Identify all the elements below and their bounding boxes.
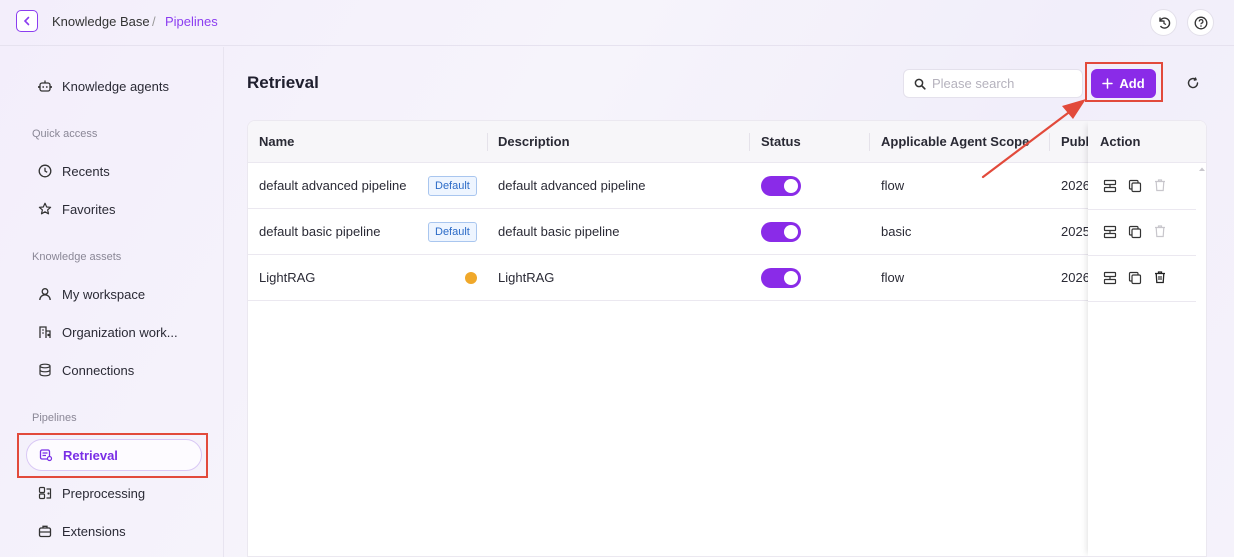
row-description: default advanced pipeline — [498, 178, 646, 193]
row-divider — [1088, 255, 1196, 256]
vertical-scrollbar[interactable] — [1196, 163, 1207, 556]
row-published: 2026 — [1061, 178, 1090, 193]
refresh-icon — [1187, 77, 1199, 89]
section-title-knowledge-assets: Knowledge assets — [32, 251, 122, 263]
sidebar-item-label: Knowledge agents — [62, 78, 169, 94]
sidebar-item-label: Extensions — [62, 523, 126, 539]
add-button-label: Add — [1119, 76, 1145, 91]
row-name: LightRAG — [259, 270, 316, 285]
row-description: LightRAG — [498, 270, 555, 285]
chevron-left-icon — [23, 16, 30, 26]
action-header: Action — [1088, 121, 1206, 163]
section-title-pipelines: Pipelines — [32, 412, 77, 424]
sidebar-item-my-workspace[interactable]: My workspace — [26, 278, 202, 310]
copy-icon[interactable] — [1128, 271, 1142, 285]
row-name: default advanced pipeline — [259, 178, 407, 193]
warning-icon[interactable] — [465, 272, 477, 284]
star-icon — [37, 201, 53, 217]
column-divider — [487, 133, 488, 151]
copy-icon[interactable] — [1128, 225, 1142, 239]
configure-icon[interactable] — [1103, 271, 1117, 285]
trash-icon — [1155, 179, 1165, 192]
table-header: Name Description Status Applicable Agent… — [248, 121, 1206, 163]
sidebar-item-preprocessing[interactable]: Preprocessing — [26, 477, 202, 509]
row-scope: basic — [881, 224, 912, 239]
sidebar-item-connections[interactable]: Connections — [26, 354, 202, 386]
sidebar-item-label: My workspace — [62, 286, 146, 302]
column-divider — [1049, 133, 1050, 151]
scroll-up-icon[interactable] — [1196, 165, 1207, 173]
configure-icon[interactable] — [1103, 179, 1117, 193]
add-button[interactable]: Add — [1091, 69, 1156, 98]
building-icon — [37, 324, 53, 340]
search-icon — [914, 78, 926, 90]
sidebar-item-label: Connections — [62, 362, 135, 378]
column-header-status: Status — [761, 134, 801, 149]
plus-icon — [1102, 78, 1114, 89]
column-divider — [869, 133, 870, 151]
column-header-name: Name — [259, 134, 295, 149]
top-bar: Knowledge Base / Pipelines — [0, 0, 1234, 46]
search-input[interactable] — [932, 76, 1072, 91]
configure-icon[interactable] — [1103, 225, 1117, 239]
preprocessing-icon — [37, 485, 53, 501]
status-toggle[interactable] — [761, 222, 801, 242]
help-button[interactable] — [1187, 9, 1214, 36]
back-button[interactable] — [16, 10, 38, 32]
row-published: 2026 — [1061, 270, 1090, 285]
clock-icon — [37, 163, 53, 179]
page-title: Retrieval — [247, 73, 319, 92]
sidebar-item-label: Retrieval — [63, 447, 118, 463]
sidebar-item-label: Preprocessing — [62, 485, 146, 501]
sidebar-item-retrieval[interactable]: Retrieval — [26, 439, 202, 471]
undo-history-icon — [1158, 16, 1170, 29]
row-description: default basic pipeline — [498, 224, 620, 239]
status-toggle[interactable] — [761, 176, 801, 196]
sidebar-item-recents[interactable]: Recents — [26, 155, 202, 187]
sidebar-item-knowledge-agents[interactable]: Knowledge agents — [26, 70, 202, 102]
robot-icon — [37, 78, 53, 94]
trash-icon — [1155, 225, 1165, 238]
column-header-action: Action — [1100, 134, 1141, 149]
table-row[interactable]: default basic pipeline Default default b… — [248, 209, 1196, 255]
sidebar-item-label: Organization work... — [62, 324, 178, 340]
row-divider — [1088, 301, 1196, 302]
sidebar-item-favorites[interactable]: Favorites — [26, 193, 202, 225]
sidebar-item-organization-workspace[interactable]: Organization work... — [26, 316, 202, 348]
help-icon — [1194, 16, 1207, 29]
user-icon — [37, 286, 53, 302]
history-button[interactable] — [1150, 9, 1177, 36]
retrieval-icon — [38, 447, 54, 463]
column-divider — [749, 133, 750, 151]
table-row[interactable]: LightRAG LightRAG flow 2026 — [248, 255, 1196, 301]
default-badge: Default — [428, 222, 477, 242]
action-column: Action — [1088, 121, 1207, 556]
breadcrumb-current: Pipelines — [165, 14, 218, 29]
refresh-button[interactable] — [1185, 75, 1201, 91]
column-header-description: Description — [498, 134, 570, 149]
row-divider — [1088, 209, 1196, 210]
table-row[interactable]: default advanced pipeline Default defaul… — [248, 163, 1196, 209]
row-name: default basic pipeline — [259, 224, 381, 239]
row-published: 2025 — [1061, 224, 1090, 239]
search-box — [903, 69, 1083, 98]
sidebar-item-label: Favorites — [62, 201, 116, 217]
sidebar-item-extensions[interactable]: Extensions — [26, 515, 202, 547]
sidebar-item-label: Recents — [62, 163, 110, 179]
briefcase-icon — [37, 523, 53, 539]
pipelines-table: Name Description Status Applicable Agent… — [247, 120, 1207, 557]
row-scope: flow — [881, 270, 905, 285]
column-header-scope: Applicable Agent Scope — [881, 134, 1030, 149]
section-title-quick-access: Quick access — [32, 128, 98, 140]
trash-icon[interactable] — [1153, 270, 1167, 284]
breadcrumb-root[interactable]: Knowledge Base — [52, 14, 150, 29]
breadcrumb-separator: / — [152, 14, 156, 29]
default-badge: Default — [428, 176, 477, 196]
copy-icon[interactable] — [1128, 179, 1142, 193]
database-icon — [37, 362, 53, 378]
row-scope: flow — [881, 178, 905, 193]
status-toggle[interactable] — [761, 268, 801, 288]
